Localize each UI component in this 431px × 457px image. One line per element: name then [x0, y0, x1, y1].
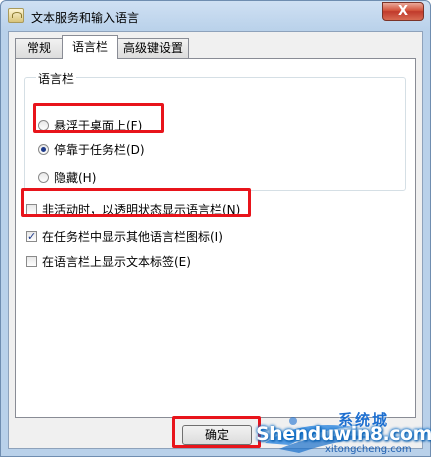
radio-label: 停靠于任务栏(D): [54, 143, 145, 157]
radio-indicator[interactable]: [38, 172, 49, 183]
tab-advanced-key-settings[interactable]: 高级键设置: [117, 38, 189, 58]
radio-hidden[interactable]: 隐藏(H): [38, 169, 96, 186]
checkbox-box[interactable]: [26, 256, 37, 267]
radio-dock-in-taskbar[interactable]: 停靠于任务栏(D): [38, 141, 145, 158]
highlight-ok-button: [172, 416, 261, 448]
highlight-dock-option: [33, 103, 164, 133]
keyboard-icon: [8, 8, 24, 23]
tab-general[interactable]: 常规: [15, 38, 63, 58]
title-bar[interactable]: 文本服务和输入语言 X: [1, 1, 430, 31]
watermark-sub-text: xitongcheng.com: [325, 444, 412, 455]
tab-language-bar[interactable]: 语言栏: [62, 35, 118, 59]
radio-indicator-selected[interactable]: [38, 144, 49, 155]
dialog-window: 文本服务和输入语言 X 常规 语言栏 高级键设置 语言栏 悬浮于桌面上(F) 停…: [0, 0, 431, 457]
dialog-client-area: 常规 语言栏 高级键设置 语言栏 悬浮于桌面上(F) 停靠于任务栏(D) 隐藏(…: [8, 31, 423, 449]
window-title: 文本服务和输入语言: [31, 11, 140, 25]
checkbox-label: 在语言栏上显示文本标签(E): [42, 255, 191, 269]
checkbox-show-additional-icons[interactable]: ✓ 在任务栏中显示其他语言栏图标(I): [26, 228, 223, 245]
highlight-show-icons-option: [21, 188, 251, 217]
checkbox-box-checked[interactable]: ✓: [26, 231, 37, 242]
group-label-language-bar: 语言栏: [36, 70, 77, 87]
close-button[interactable]: X: [382, 2, 424, 21]
watermark-main-text: Shenduwin8.com: [256, 423, 431, 445]
checkbox-label: 在任务栏中显示其他语言栏图标(I): [42, 230, 223, 244]
radio-label: 隐藏(H): [54, 171, 97, 185]
checkbox-show-text-labels[interactable]: 在语言栏上显示文本标签(E): [26, 253, 191, 270]
